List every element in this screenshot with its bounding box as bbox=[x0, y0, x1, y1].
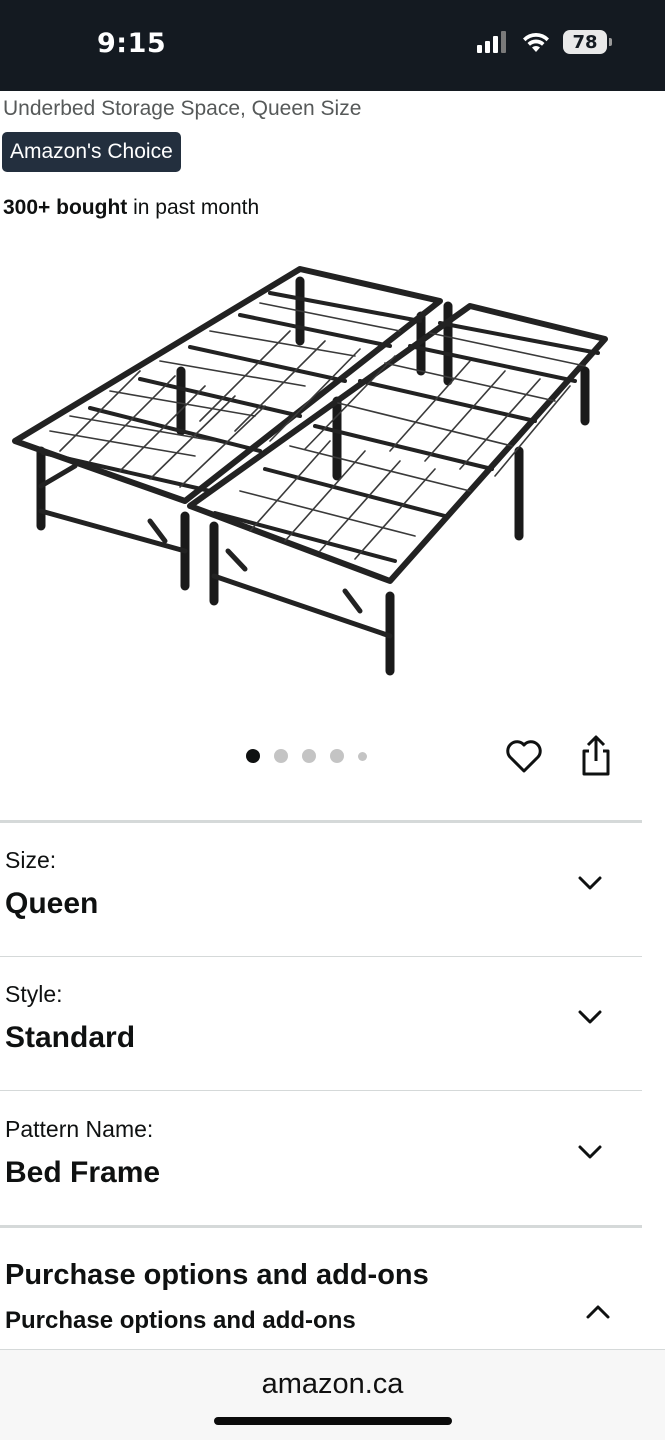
style-value: Standard bbox=[5, 1021, 136, 1054]
pattern-value: Bed Frame bbox=[5, 1156, 161, 1189]
carousel-dot[interactable] bbox=[302, 749, 316, 763]
carousel-dot[interactable] bbox=[330, 749, 344, 763]
pattern-selector[interactable]: Pattern Name: Bed Frame bbox=[0, 1092, 642, 1226]
carousel-dot[interactable] bbox=[358, 751, 367, 761]
divider bbox=[0, 1090, 642, 1091]
status-time: 9:15 bbox=[97, 28, 167, 59]
bought-count-rest: in past month bbox=[127, 196, 260, 219]
purchase-options-toggle[interactable]: Purchase options and add-ons bbox=[5, 1307, 356, 1335]
status-bar: 9:15 78 bbox=[0, 0, 665, 91]
product-subtitle: Underbed Storage Space, Queen Size bbox=[3, 97, 362, 120]
carousel-dot[interactable] bbox=[246, 749, 260, 763]
chevron-down-icon[interactable] bbox=[574, 867, 606, 899]
amazons-choice-badge[interactable]: Amazon's Choice bbox=[2, 132, 181, 172]
bought-count: 300+ bought in past month bbox=[3, 196, 259, 220]
signal-icon bbox=[477, 31, 506, 53]
home-indicator[interactable] bbox=[214, 1417, 452, 1425]
style-selector[interactable]: Style: Standard bbox=[0, 957, 642, 1091]
style-label: Style: bbox=[5, 981, 63, 1007]
carousel-dot[interactable] bbox=[274, 749, 288, 763]
size-value: Queen bbox=[5, 887, 99, 920]
image-carousel-dots[interactable] bbox=[246, 749, 367, 763]
share-icon[interactable] bbox=[576, 734, 616, 778]
bed-frame-image[interactable] bbox=[0, 251, 665, 701]
heart-icon[interactable] bbox=[504, 736, 544, 776]
divider bbox=[0, 1225, 642, 1228]
chevron-down-icon[interactable] bbox=[574, 1136, 606, 1168]
chevron-down-icon[interactable] bbox=[574, 1001, 606, 1033]
url-text[interactable]: amazon.ca bbox=[0, 1368, 665, 1401]
battery-icon: 78 bbox=[563, 30, 612, 54]
purchase-options-heading: Purchase options and add-ons bbox=[5, 1259, 429, 1291]
chevron-up-icon[interactable] bbox=[582, 1296, 614, 1328]
browser-address-bar[interactable]: amazon.ca bbox=[0, 1349, 665, 1440]
pattern-label: Pattern Name: bbox=[5, 1116, 154, 1142]
status-icons: 78 bbox=[477, 30, 612, 54]
size-selector[interactable]: Size: Queen bbox=[0, 823, 642, 957]
bought-count-bold: 300+ bought bbox=[3, 196, 128, 219]
wifi-icon bbox=[523, 32, 549, 52]
size-label: Size: bbox=[5, 847, 57, 873]
